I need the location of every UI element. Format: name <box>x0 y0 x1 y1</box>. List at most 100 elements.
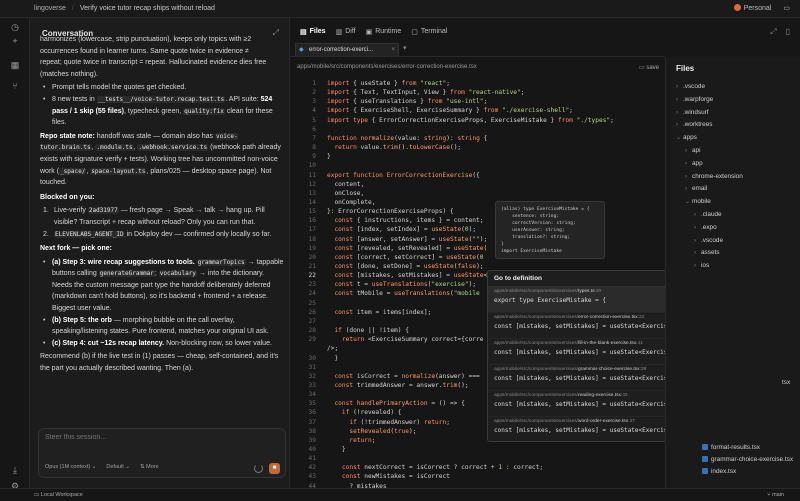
code-line[interactable]: const nextCorrect = isCorrect ? correct … <box>327 464 543 471</box>
code-line[interactable]: content, <box>327 181 364 188</box>
code-line[interactable]: const tMobile = useTranslations("mobile <box>327 290 479 297</box>
split-view-icon[interactable]: ▯ <box>786 27 790 37</box>
code-line[interactable]: const [correct, setCorrect] = useState(0 <box>327 254 483 261</box>
tree-folder[interactable]: › .worktrees <box>676 121 712 128</box>
tree-folder[interactable]: › chrome-extension <box>685 173 743 180</box>
code-line[interactable]: const [revealed, setRevealed] = useState… <box>327 245 487 252</box>
branch-indicator[interactable]: ⑂ main <box>767 492 784 498</box>
terminal-icon: ▢ <box>411 28 418 36</box>
code-line[interactable]: const trimmedAnswer = answer.trim(); <box>327 382 468 389</box>
model-selector[interactable]: Opus (1M context) ⌄ <box>45 464 96 470</box>
code-line[interactable]: function normalize(value: string): strin… <box>327 135 487 142</box>
tree-folder[interactable]: › ios <box>694 262 709 269</box>
chevron-icon: › <box>685 160 687 167</box>
tree-folder[interactable]: › .claude <box>694 211 722 218</box>
file-icon: ▤ <box>300 28 307 36</box>
code-line[interactable]: import { Text, TextInput, View } from "r… <box>327 89 524 96</box>
code-line[interactable]: }: ErrorCorrectionExerciseProps) { <box>327 208 454 215</box>
tree-folder[interactable]: › api <box>685 147 701 154</box>
tree-folder[interactable]: › .expo <box>694 224 717 231</box>
code-line[interactable]: return; <box>327 437 375 444</box>
code-line[interactable]: export function ErrorCorrectionExercise(… <box>327 172 480 179</box>
folder-label: assets <box>701 249 720 257</box>
tsx-file-icon <box>702 444 708 450</box>
tree-file[interactable]: grammar-choice-exercise.tsx <box>702 456 793 463</box>
code-line[interactable]: import { useState } from "react"; <box>327 80 450 87</box>
steer-input[interactable] <box>45 434 275 441</box>
code-line[interactable]: } <box>327 446 346 453</box>
save-button[interactable]: ▭ save <box>639 64 659 71</box>
more-button[interactable]: ⇅ More <box>140 464 159 470</box>
workspace-indicator[interactable]: ▭ Local Workspace <box>34 492 83 498</box>
tree-file-partial[interactable]: tsx <box>782 379 790 386</box>
tree-folder[interactable]: › .windsurf <box>676 109 709 116</box>
code-line[interactable]: onClose, <box>327 190 364 197</box>
code-line[interactable]: />; <box>327 345 338 352</box>
tree-file[interactable]: format-results.tsx <box>702 444 760 451</box>
code-line[interactable]: onComplete, <box>327 199 375 206</box>
persona-switcher[interactable]: Personal <box>733 4 772 12</box>
code-line[interactable]: const isCorrect = normalize(answer) === <box>327 373 479 380</box>
tree-file[interactable]: index.tsx <box>702 468 736 475</box>
composer[interactable]: Opus (1M context) ⌄ Default ⌄ ⇅ More ■ <box>38 428 286 478</box>
tab-terminal[interactable]: ▢ Terminal <box>411 28 447 36</box>
code-line[interactable]: const [answer, setAnswer] = useState("")… <box>327 236 487 243</box>
code-line[interactable]: const item = items[index]; <box>327 309 431 316</box>
code-line[interactable]: } <box>327 355 338 362</box>
bold-text: Blocked on you: <box>40 193 95 201</box>
code-line[interactable]: const [done, setDone] = useState(false); <box>327 263 483 270</box>
tab-menu-icon[interactable]: ▾ <box>403 44 407 52</box>
file-path: apps/mobile/src/components/exercises/err… <box>297 64 477 70</box>
line-number: 31 <box>308 363 316 371</box>
mode-selector[interactable]: Default ⌄ <box>106 464 130 470</box>
tab-files[interactable]: ▤ Files <box>300 28 326 36</box>
code-line[interactable]: if (!revealed) { <box>327 409 402 416</box>
code-line[interactable]: const { instructions, items } = content; <box>327 217 483 224</box>
tree-folder[interactable]: ⌄ mobile <box>685 198 711 205</box>
code-line[interactable]: const handlePrimaryAction = () => { <box>327 400 464 407</box>
close-icon[interactable]: × <box>391 44 395 56</box>
tree-folder[interactable]: › .warpforge <box>676 96 713 103</box>
code-line[interactable]: } <box>327 153 331 160</box>
stop-button[interactable]: ■ <box>269 463 280 474</box>
code-line[interactable]: import type { ErrorCorrectionExercisePro… <box>327 117 614 124</box>
file-path-bar: apps/mobile/src/components/exercises/err… <box>290 60 665 76</box>
window-layout-icon[interactable]: ▭ <box>783 4 790 12</box>
tree-folder[interactable]: › assets <box>694 249 719 256</box>
persona-label: Personal <box>743 5 772 12</box>
code-line[interactable]: const t = useTranslations("exercise"); <box>327 281 476 288</box>
code-line[interactable]: return value.trim().toLowerCase(); <box>327 144 461 151</box>
chevron-icon: › <box>685 186 687 193</box>
line-number: 18 <box>308 235 316 243</box>
history-icon[interactable]: ◷ <box>9 21 21 33</box>
folder-label: app <box>692 159 703 167</box>
bold-text: (c) Step 4: cut ~12s recap latency. <box>52 339 165 347</box>
code-line[interactable]: import { ExerciseShell, ExerciseSummary … <box>327 107 573 114</box>
code-line[interactable]: return <ExerciseSummary correct={corre <box>327 336 484 343</box>
code-line[interactable]: if (!trimmedAnswer) return; <box>327 419 450 426</box>
definition-line: :22 <box>637 315 645 320</box>
tab-runtime[interactable]: ▣ Runtime <box>366 28 402 36</box>
code-line[interactable]: if (done || !item) { <box>327 327 409 334</box>
tree-folder[interactable]: ⌄ apps <box>676 134 697 141</box>
folder-label: .worktrees <box>683 121 713 129</box>
app-name[interactable]: lingoverse <box>34 5 66 12</box>
tree-folder[interactable]: › email <box>685 185 707 192</box>
tree-folder[interactable]: › .vscode <box>676 83 705 90</box>
grid-icon[interactable]: ▦ <box>9 59 21 71</box>
file-tab-active[interactable]: ◆ error-correction-exerci... × <box>295 43 399 56</box>
expand-icon[interactable]: ⤢ <box>770 27 776 37</box>
download-icon[interactable]: ⤓ <box>9 464 21 476</box>
code-line[interactable]: const newMistakes = isCorrect <box>327 473 450 480</box>
definition-dir: apps/mobile/src/components/exercises/ <box>494 289 578 294</box>
tree-folder[interactable]: › .vscode <box>694 237 723 244</box>
tab-diff[interactable]: ▥ Diff <box>336 28 356 36</box>
branch-icon[interactable]: ⑂ <box>9 80 21 92</box>
code-line[interactable]: const [index, setIndex] = useState(0); <box>327 226 476 233</box>
new-session-icon[interactable]: + <box>9 35 21 47</box>
code-line[interactable]: setRevealed(true); <box>327 428 416 435</box>
line-number: 5 <box>312 116 316 124</box>
code-line[interactable]: import { useTranslations } from "use-int… <box>327 98 487 105</box>
tree-folder[interactable]: › app <box>685 160 703 167</box>
inline-code: __tests__/voice-tutor.recap.test.ts <box>96 95 226 103</box>
